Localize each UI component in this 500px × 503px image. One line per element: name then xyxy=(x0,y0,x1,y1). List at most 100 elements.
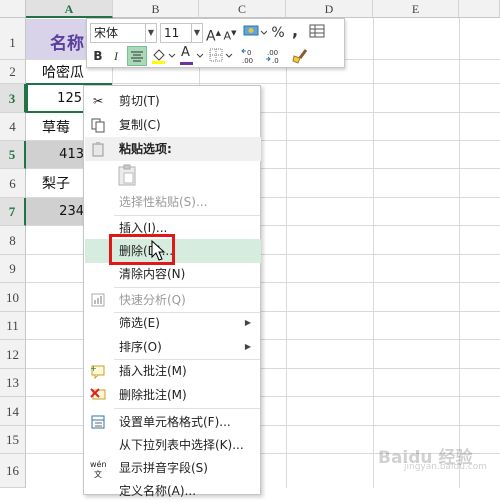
gridline xyxy=(373,18,374,488)
delete-comment-icon xyxy=(90,387,106,403)
grow-font-button[interactable]: A▲ xyxy=(206,23,221,45)
context-menu: ✂ 剪切(T) 复制(C) 粘贴选项: 选择性粘贴(S)... 插入(I)...… xyxy=(83,85,261,498)
font-size-dropdown-icon[interactable]: ▼ xyxy=(192,23,203,43)
row-header-1[interactable]: 1 xyxy=(0,18,26,60)
row-header-12[interactable]: 12 xyxy=(0,340,26,369)
row-header-2[interactable]: 2 xyxy=(0,60,26,84)
font-color-button[interactable]: A xyxy=(178,45,204,66)
paste-button[interactable] xyxy=(116,163,140,189)
menu-item-clear-contents-label: 清除内容(N) xyxy=(119,267,186,281)
menu-item-pick-from-list[interactable]: 从下拉列表中选择(K)... xyxy=(85,433,261,457)
gridline xyxy=(459,18,460,488)
submenu-arrow-icon: ▶ xyxy=(244,318,251,327)
menu-section-paste-options: 粘贴选项: xyxy=(85,137,261,161)
column-header-f[interactable] xyxy=(459,0,500,18)
row-header-8[interactable]: 8 xyxy=(0,226,26,255)
column-header-a[interactable]: A xyxy=(26,0,113,18)
column-header-c[interactable]: C xyxy=(199,0,286,18)
percent-style-button[interactable]: % xyxy=(270,23,286,43)
menu-item-copy-label: 复制(C) xyxy=(119,118,161,132)
menu-item-insert-comment[interactable]: + 插入批注(M) xyxy=(85,359,261,383)
column-header-b[interactable]: B xyxy=(113,0,199,18)
row-header-13[interactable]: 13 xyxy=(0,369,26,397)
gridline xyxy=(286,18,287,488)
phonetic-icon-text: wén xyxy=(90,460,107,469)
menu-item-cut-label: 剪切(T) xyxy=(119,94,160,108)
format-painter-icon xyxy=(292,49,308,64)
row-header-10[interactable]: 10 xyxy=(0,283,26,312)
row-header-7[interactable]: 7 xyxy=(0,198,26,226)
row-header-6[interactable]: 6 xyxy=(0,169,26,198)
row-header-9[interactable]: 9 xyxy=(0,255,26,283)
accounting-format-button[interactable] xyxy=(242,23,268,43)
select-all-corner[interactable] xyxy=(0,0,26,18)
accounting-format-icon xyxy=(243,25,268,36)
row-header-3[interactable]: 3 xyxy=(0,84,26,113)
shrink-arrow-icon: ▼ xyxy=(231,29,237,37)
insert-comment-icon: + xyxy=(90,363,106,380)
format-table-icon xyxy=(309,24,325,38)
row-header-14[interactable]: 14 xyxy=(0,397,26,426)
menu-item-define-name[interactable]: 定义名称(A)... xyxy=(85,479,261,503)
menu-item-clear-contents[interactable]: 清除内容(N) xyxy=(85,262,261,286)
menu-section-paste-options-label: 粘贴选项: xyxy=(119,142,172,156)
submenu-arrow-icon: ▶ xyxy=(244,342,251,351)
borders-icon xyxy=(209,48,233,62)
row-header-4[interactable]: 4 xyxy=(0,113,26,141)
paste-options-icon xyxy=(90,141,106,157)
menu-item-copy[interactable]: 复制(C) xyxy=(85,113,261,137)
center-align-icon xyxy=(131,51,143,62)
borders-button[interactable] xyxy=(208,46,234,66)
comma-style-button[interactable]: , xyxy=(289,21,301,41)
font-color-label: A xyxy=(181,45,190,60)
svg-text:.0: .0 xyxy=(272,57,279,64)
fill-color-button[interactable] xyxy=(150,46,176,66)
increase-decimal-icon: 0.00 xyxy=(241,48,253,65)
watermark-url: jingyan.baidu.com xyxy=(404,462,488,472)
menu-item-filter[interactable]: 筛选(E) ▶ xyxy=(85,311,261,335)
format-painter-button[interactable] xyxy=(290,46,310,66)
italic-button[interactable]: I xyxy=(109,46,123,66)
svg-text:.00: .00 xyxy=(267,49,278,57)
menu-item-sort[interactable]: 排序(O) ▶ xyxy=(85,335,261,359)
row-header-11[interactable]: 11 xyxy=(0,312,26,340)
menu-item-define-name-label: 定义名称(A)... xyxy=(119,484,197,498)
row-header-15[interactable]: 15 xyxy=(0,426,26,454)
mouse-pointer-icon xyxy=(151,240,166,261)
font-name-dropdown-icon[interactable]: ▼ xyxy=(146,23,157,43)
menu-item-cut[interactable]: ✂ 剪切(T) xyxy=(85,89,261,113)
menu-item-filter-label: 筛选(E) xyxy=(119,316,160,330)
phonetic-icon: wén 文 xyxy=(90,460,107,479)
svg-text:0: 0 xyxy=(247,49,251,57)
increase-decimal-button[interactable]: 0.00 xyxy=(240,46,262,66)
menu-separator xyxy=(114,408,260,409)
format-cells-icon xyxy=(90,414,106,430)
menu-item-format-cells[interactable]: 设置单元格格式(F)... xyxy=(85,410,261,434)
center-align-button[interactable] xyxy=(127,46,147,66)
menu-item-paste-special[interactable]: 选择性粘贴(S)... xyxy=(85,190,261,214)
shrink-font-label: A xyxy=(223,29,232,43)
format-table-button[interactable] xyxy=(308,23,326,43)
menu-item-delete-comment-label: 删除批注(M) xyxy=(119,388,187,402)
row-header-5[interactable]: 5 xyxy=(0,141,26,169)
shrink-font-button[interactable]: A▼ xyxy=(223,23,237,43)
decrease-decimal-icon: .00.0 xyxy=(266,49,279,65)
menu-item-delete-comment[interactable]: 删除批注(M) xyxy=(85,383,261,407)
menu-item-quick-analysis-label: 快速分析(Q) xyxy=(119,293,186,307)
svg-text:.00: .00 xyxy=(242,57,253,64)
copy-icon xyxy=(90,117,106,133)
menu-item-show-phonetic-label: 显示拼音字段(S) xyxy=(119,461,208,475)
decrease-decimal-button[interactable]: .00.0 xyxy=(264,46,286,66)
column-header-d[interactable]: D xyxy=(286,0,373,18)
bold-button[interactable]: B xyxy=(91,46,105,66)
clipboard-icon xyxy=(118,164,136,186)
column-header-e[interactable]: E xyxy=(373,0,459,18)
font-size-select[interactable]: 11 xyxy=(160,23,192,43)
row-header-16[interactable]: 16 xyxy=(0,454,26,488)
grow-arrow-icon: ▲ xyxy=(215,29,221,37)
grow-font-label: A xyxy=(206,28,216,45)
font-name-select[interactable]: 宋体 xyxy=(90,23,146,43)
menu-item-quick-analysis[interactable]: 快速分析(Q) xyxy=(85,288,261,312)
menu-item-show-phonetic[interactable]: wén 文 显示拼音字段(S) xyxy=(85,456,261,480)
fill-color-icon xyxy=(152,49,176,64)
